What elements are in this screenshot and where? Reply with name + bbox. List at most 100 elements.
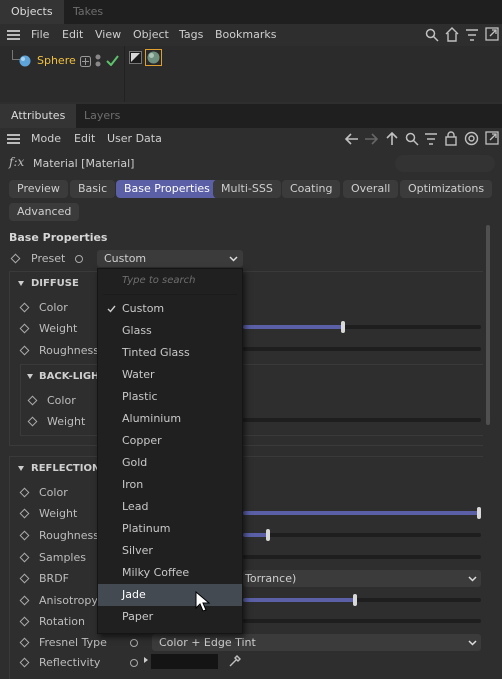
menu-object[interactable]: Object bbox=[133, 24, 169, 46]
preset-dropdown[interactable]: Custom bbox=[97, 250, 243, 267]
animate-circle-icon[interactable] bbox=[130, 639, 138, 647]
reflection-fresnel-label: Fresnel Type bbox=[39, 636, 107, 649]
search-icon[interactable] bbox=[425, 28, 439, 42]
menu-item-paper[interactable]: Paper bbox=[98, 606, 242, 628]
hamburger-icon[interactable] bbox=[7, 30, 20, 40]
menu-item-tinted-glass[interactable]: Tinted Glass bbox=[98, 342, 242, 364]
search-icon[interactable] bbox=[405, 132, 419, 146]
reflection-brdf-label: BRDF bbox=[39, 572, 69, 585]
reflection-rotation-slider[interactable] bbox=[243, 619, 481, 623]
hamburger-icon[interactable] bbox=[7, 134, 20, 144]
menu-item-milky-coffee[interactable]: Milky Coffee bbox=[98, 562, 242, 584]
menu-item-lead[interactable]: Lead bbox=[98, 496, 242, 518]
eyedropper-icon[interactable] bbox=[228, 654, 242, 668]
reflection-color-label: Color bbox=[39, 486, 68, 499]
tab-basic[interactable]: Basic bbox=[70, 180, 116, 198]
tab-layers[interactable]: Layers bbox=[73, 104, 131, 128]
reflection-roughness-label: Roughness bbox=[39, 529, 100, 542]
fresnel-type-dropdown[interactable]: Color + Edge Tint bbox=[152, 634, 481, 651]
menu-search-input[interactable]: Type to search bbox=[122, 273, 196, 289]
reflectivity-color-swatch[interactable] bbox=[151, 654, 218, 669]
target-icon[interactable] bbox=[464, 131, 479, 146]
home-icon[interactable] bbox=[445, 27, 459, 42]
scrollbar-thumb[interactable] bbox=[486, 225, 490, 425]
reflection-samples-label: Samples bbox=[39, 551, 86, 564]
tab-advanced[interactable]: Advanced bbox=[9, 203, 80, 221]
section-title: Base Properties bbox=[9, 231, 108, 244]
menu-item-water[interactable]: Water bbox=[98, 364, 242, 386]
tab-takes[interactable]: Takes bbox=[62, 0, 114, 24]
tab-objects[interactable]: Objects bbox=[0, 0, 64, 24]
maximize-icon[interactable] bbox=[485, 131, 499, 145]
collapse-triangle-icon[interactable] bbox=[18, 281, 24, 286]
menu-tags[interactable]: Tags bbox=[179, 24, 203, 46]
object-list: Sphere bbox=[0, 46, 502, 102]
maximize-icon[interactable] bbox=[485, 27, 499, 41]
check-icon bbox=[107, 305, 116, 313]
reflection-roughness-knob[interactable] bbox=[266, 529, 270, 541]
tab-multi-sss[interactable]: Multi-SSS bbox=[213, 180, 281, 198]
mouse-cursor-icon bbox=[195, 591, 211, 612]
visibility-dots-icon[interactable] bbox=[94, 53, 102, 69]
expand-triangle-icon[interactable] bbox=[144, 657, 148, 663]
backlight-weight-slider[interactable] bbox=[243, 418, 481, 422]
tab-base-properties[interactable]: Base Properties bbox=[116, 180, 218, 198]
diffuse-weight-knob[interactable] bbox=[341, 321, 345, 333]
back-arrow-icon[interactable] bbox=[344, 132, 359, 146]
menu-item-copper[interactable]: Copper bbox=[98, 430, 242, 452]
menu-bookmarks[interactable]: Bookmarks bbox=[215, 24, 276, 46]
header-search-field[interactable] bbox=[395, 155, 495, 172]
menu-item-silver[interactable]: Silver bbox=[98, 540, 242, 562]
menu-item-plastic[interactable]: Plastic bbox=[98, 386, 242, 408]
reflection-anisotropy-fill bbox=[243, 598, 355, 602]
animate-circle-icon[interactable] bbox=[130, 659, 138, 667]
menu-edit[interactable]: Edit bbox=[74, 128, 95, 150]
collapse-triangle-icon[interactable] bbox=[18, 466, 24, 471]
tab-overall[interactable]: Overall bbox=[343, 180, 399, 198]
menu-file[interactable]: File bbox=[31, 24, 49, 46]
tab-preview[interactable]: Preview bbox=[9, 180, 68, 198]
menu-item-iron[interactable]: Iron bbox=[98, 474, 242, 496]
up-arrow-icon[interactable] bbox=[385, 131, 399, 146]
reflection-samples-slider[interactable] bbox=[243, 555, 481, 559]
menu-item-gold[interactable]: Gold bbox=[98, 452, 242, 474]
reflection-weight-fill bbox=[243, 511, 479, 515]
menu-item-aluminium[interactable]: Aluminium bbox=[98, 408, 242, 430]
object-name[interactable]: Sphere bbox=[37, 53, 76, 69]
diffuse-roughness-slider[interactable] bbox=[243, 347, 481, 351]
menu-item-jade[interactable]: Jade bbox=[98, 584, 242, 606]
preset-dropdown-menu: Type to search Custom Glass Tinted Glass… bbox=[97, 268, 243, 634]
filter-icon[interactable] bbox=[424, 132, 438, 146]
tab-optimizations[interactable]: Optimizations bbox=[400, 180, 493, 198]
forward-arrow-icon[interactable] bbox=[364, 132, 379, 146]
layer-toggle-icon[interactable] bbox=[80, 56, 91, 67]
filter-icon[interactable] bbox=[465, 28, 479, 42]
menu-view[interactable]: View bbox=[95, 24, 121, 46]
menu-item-platinum[interactable]: Platinum bbox=[98, 518, 242, 540]
reflection-roughness-slider[interactable] bbox=[243, 533, 481, 537]
brdf-dropdown[interactable]: Torrance) bbox=[243, 570, 481, 587]
checkmark-icon[interactable] bbox=[106, 55, 119, 66]
keyframe-diamond-icon[interactable] bbox=[10, 253, 21, 264]
menu-mode[interactable]: Mode bbox=[31, 128, 61, 150]
tag-icon[interactable] bbox=[129, 51, 142, 64]
reflection-anisotropy-knob[interactable] bbox=[353, 594, 357, 606]
animate-circle-icon[interactable] bbox=[75, 255, 83, 263]
menu-edit[interactable]: Edit bbox=[62, 24, 83, 46]
reflection-weight-knob[interactable] bbox=[477, 507, 481, 519]
preset-label: Preset bbox=[31, 252, 66, 265]
reflection-rotation-label: Rotation bbox=[39, 615, 86, 628]
menu-item-glass[interactable]: Glass bbox=[98, 320, 242, 342]
brdf-value: Torrance) bbox=[245, 572, 297, 585]
collapse-triangle-icon[interactable] bbox=[27, 374, 33, 379]
object-row-sphere[interactable]: Sphere bbox=[0, 50, 124, 72]
material-tag-icon[interactable] bbox=[145, 49, 162, 66]
reflection-reflectivity-label: Reflectivity bbox=[39, 656, 101, 669]
tab-attributes[interactable]: Attributes bbox=[0, 104, 77, 128]
lock-icon[interactable] bbox=[445, 131, 457, 146]
menu-user-data[interactable]: User Data bbox=[107, 128, 162, 150]
tab-coating[interactable]: Coating bbox=[282, 180, 341, 198]
menu-item-custom[interactable]: Custom bbox=[98, 298, 242, 320]
preset-value: Custom bbox=[104, 252, 147, 265]
objects-tabbar: Objects Takes bbox=[0, 0, 502, 24]
